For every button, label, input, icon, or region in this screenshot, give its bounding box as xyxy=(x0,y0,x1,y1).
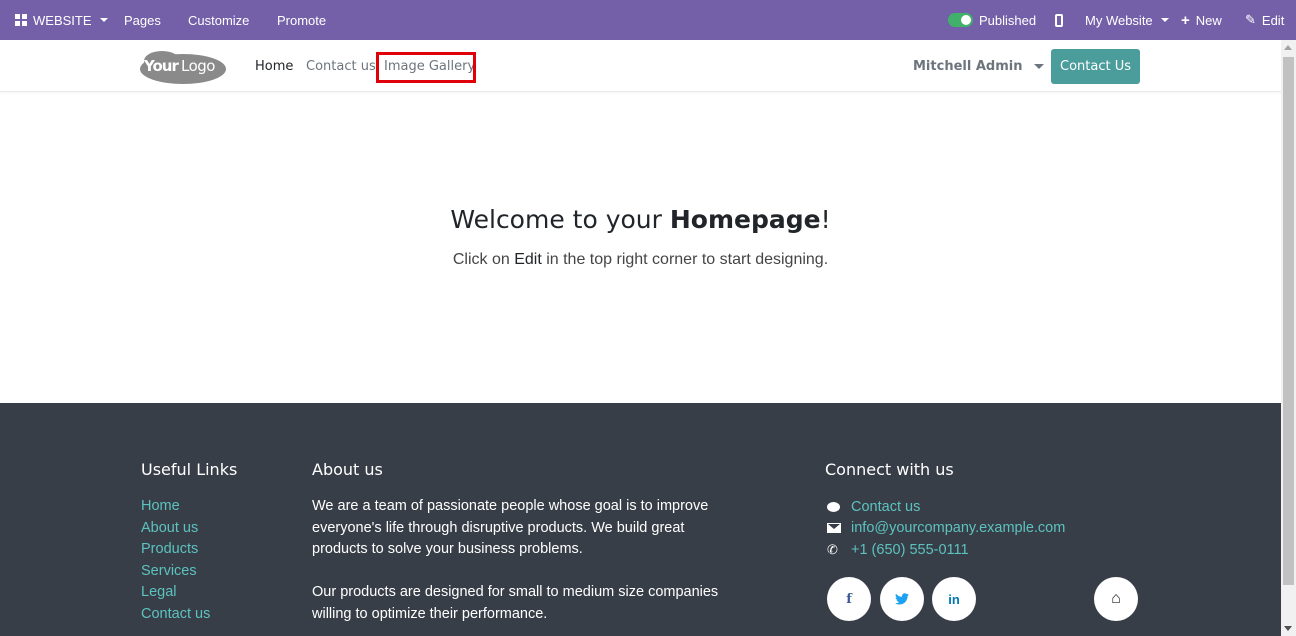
app-menu-label: WEBSITE xyxy=(33,12,92,28)
footer-link-products[interactable]: Products xyxy=(141,539,210,561)
hero-title-suffix: ! xyxy=(820,205,831,234)
user-name: Mitchell Admin xyxy=(913,58,1023,74)
svg-text:Your: Your xyxy=(143,57,179,75)
highlight-annotation-box xyxy=(376,52,476,83)
footer-link-about-us[interactable]: About us xyxy=(141,518,210,540)
scroll-thumb[interactable] xyxy=(1283,57,1294,585)
edit-button[interactable]: ✎ Edit xyxy=(1245,0,1284,40)
about-us-text: We are a team of passionate people whose… xyxy=(312,496,732,626)
mobile-icon xyxy=(1055,13,1063,27)
hero-sub-edit: Edit xyxy=(514,251,542,268)
my-website-menu[interactable]: My Website xyxy=(1085,0,1169,40)
scroll-up-icon[interactable] xyxy=(1284,45,1292,50)
useful-links-heading: Useful Links xyxy=(141,460,238,479)
chevron-down-icon xyxy=(99,18,108,22)
phone-link: +1 (650) 555-0111 xyxy=(851,541,969,558)
site-footer: Useful Links Home About us Products Serv… xyxy=(0,403,1281,636)
hero-title: Welcome to your Homepage! xyxy=(0,205,1281,234)
scroll-down-icon[interactable] xyxy=(1284,626,1292,631)
published-toggle[interactable]: Published xyxy=(948,0,1036,40)
home-icon: ⌂ xyxy=(1111,590,1121,607)
phone-icon: ✆ xyxy=(827,541,838,557)
contact-us-button[interactable]: Contact Us xyxy=(1051,49,1140,84)
twitter-button[interactable] xyxy=(880,577,924,621)
footer-link-contact-us[interactable]: Contact us xyxy=(141,604,210,626)
toggle-switch-icon xyxy=(948,13,973,27)
apps-grid-icon xyxy=(15,14,27,26)
new-label: New xyxy=(1195,12,1222,28)
page-scrollbar[interactable] xyxy=(1281,40,1296,636)
hero-title-bold: Homepage xyxy=(669,205,821,234)
chevron-down-icon xyxy=(1034,63,1045,69)
about-paragraph-1: We are a team of passionate people whose… xyxy=(312,498,709,558)
plus-icon: + xyxy=(1181,11,1190,29)
home-button[interactable]: ⌂ xyxy=(1094,577,1138,621)
contact-link: Contact us xyxy=(851,498,921,515)
footer-link-legal[interactable]: Legal xyxy=(141,582,210,604)
phone-row[interactable]: ✆ +1 (650) 555-0111 xyxy=(827,539,1065,561)
footer-link-home[interactable]: Home xyxy=(141,496,210,518)
my-website-label: My Website xyxy=(1085,12,1153,28)
svg-text:Logo: Logo xyxy=(181,57,215,75)
user-menu[interactable]: Mitchell Admin xyxy=(913,40,1045,92)
site-header: Your Logo Home Contact us Image Gallery … xyxy=(0,40,1281,92)
connect-heading: Connect with us xyxy=(825,460,954,479)
useful-links-list: Home About us Products Services Legal Co… xyxy=(141,496,210,626)
promote-menu[interactable]: Promote xyxy=(277,0,326,40)
envelope-icon xyxy=(827,523,841,534)
admin-bar: WEBSITE Pages Customize Promote Publishe… xyxy=(0,0,1296,40)
comment-icon xyxy=(827,501,840,512)
about-paragraph-2: Our products are designed for small to m… xyxy=(312,584,719,622)
chevron-down-icon xyxy=(1160,18,1169,22)
contact-list: Contact us info@yourcompany.example.com … xyxy=(827,496,1065,561)
published-label: Published xyxy=(979,12,1037,28)
site-logo[interactable]: Your Logo xyxy=(140,49,227,85)
linkedin-icon: in xyxy=(948,591,960,607)
edit-label: Edit xyxy=(1261,12,1285,28)
facebook-button[interactable]: f xyxy=(827,577,871,621)
pencil-icon: ✎ xyxy=(1245,12,1256,27)
app-menu-button[interactable]: WEBSITE xyxy=(15,0,108,40)
nav-home[interactable]: Home xyxy=(255,40,293,92)
hero-title-prefix: Welcome to your xyxy=(450,205,670,234)
facebook-icon: f xyxy=(846,591,852,607)
hero-sub-prefix: Click on xyxy=(452,251,515,268)
customize-menu[interactable]: Customize xyxy=(188,0,249,40)
nav-contact-us[interactable]: Contact us xyxy=(306,40,376,92)
hero-subtitle: Click on Edit in the top right corner to… xyxy=(0,251,1281,269)
email-link: info@yourcompany.example.com xyxy=(851,520,1066,537)
new-button[interactable]: + New xyxy=(1181,0,1222,40)
email-row[interactable]: info@yourcompany.example.com xyxy=(827,518,1065,540)
twitter-icon xyxy=(895,593,909,605)
contact-row[interactable]: Contact us xyxy=(827,496,1065,518)
hero-sub-suffix: in the top right corner to start designi… xyxy=(541,251,829,268)
mobile-preview-button[interactable] xyxy=(1055,0,1063,40)
about-us-heading: About us xyxy=(312,460,383,479)
linkedin-button[interactable]: in xyxy=(932,577,976,621)
pages-menu[interactable]: Pages xyxy=(124,0,161,40)
footer-link-services[interactable]: Services xyxy=(141,561,210,583)
